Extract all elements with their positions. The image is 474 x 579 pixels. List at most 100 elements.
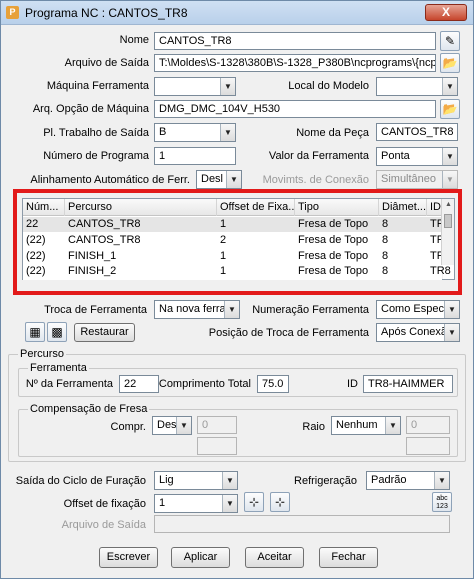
chevron-down-icon: ▼ bbox=[220, 124, 235, 141]
workplane-edit-icon[interactable]: ⊹ bbox=[270, 492, 290, 512]
arq-opcao-maquina-input[interactable]: DMG_DMC_104V_H530 bbox=[154, 100, 436, 118]
table-row[interactable]: (22) FINISH_1 1 Fresa de Topo 8 TR8 bbox=[23, 249, 451, 264]
column-header[interactable]: Tipo bbox=[295, 199, 379, 216]
fechar-button[interactable]: Fechar bbox=[319, 547, 378, 568]
valor-ferramenta-select[interactable]: Ponta ▼ bbox=[376, 147, 458, 166]
table-cell: Fresa de Topo bbox=[298, 265, 369, 277]
alinhamento-value: Desl bbox=[201, 173, 224, 185]
table-cell: 2 bbox=[220, 234, 227, 246]
table-row[interactable]: (22) CANTOS_TR8 2 Fresa de Topo 8 TR8 bbox=[23, 233, 451, 248]
escrever-button[interactable]: Escrever bbox=[99, 547, 158, 568]
chevron-down-icon: ▼ bbox=[385, 417, 400, 434]
workplane-icon[interactable]: ⊹ bbox=[244, 492, 264, 512]
arq-opcao-maquina-label: Arq. Opção de Máquina bbox=[32, 103, 149, 115]
table-cell: 1 bbox=[220, 250, 227, 262]
abc-123-icon[interactable]: abc 123 bbox=[432, 492, 452, 512]
aceitar-button[interactable]: Aceitar bbox=[245, 547, 304, 568]
comprimento-total-label: Comprimento Total bbox=[158, 378, 251, 390]
chevron-down-icon: ▼ bbox=[442, 78, 457, 95]
aplicar-button[interactable]: Aplicar bbox=[171, 547, 230, 568]
rename-icon[interactable]: ✎ bbox=[440, 31, 460, 51]
compr-select[interactable]: Desl ▼ bbox=[152, 416, 192, 435]
compr-secondary-input[interactable] bbox=[197, 437, 237, 455]
numero-programa-input[interactable]: 1 bbox=[154, 147, 236, 165]
numero-programa-label: Número de Programa bbox=[43, 150, 149, 162]
local-modelo-label: Local do Modelo bbox=[288, 80, 369, 92]
compr-number-input[interactable]: 0 bbox=[197, 416, 237, 434]
raio-secondary-input[interactable] bbox=[406, 437, 450, 455]
title-bar[interactable]: P Programa NC : CANTOS_TR8 X bbox=[1, 1, 473, 25]
nome-input[interactable]: CANTOS_TR8 bbox=[154, 32, 436, 50]
column-header[interactable]: Núm... bbox=[23, 199, 65, 216]
local-modelo-select[interactable]: ▼ bbox=[376, 77, 458, 96]
column-header[interactable]: Diâmet... bbox=[379, 199, 427, 216]
refrigeracao-label: Refrigeração bbox=[294, 475, 357, 487]
chevron-down-icon: ▼ bbox=[434, 472, 449, 489]
ciclo-furacao-value: Lig bbox=[159, 474, 174, 486]
id-label: ID bbox=[347, 378, 358, 390]
arquivo-saida-secondary-input[interactable] bbox=[154, 515, 450, 533]
n-ferramenta-input[interactable]: 22 bbox=[119, 375, 159, 393]
table-cell: 22 bbox=[26, 218, 39, 230]
nome-peca-input[interactable]: CANTOS_TR8 bbox=[376, 123, 458, 141]
raio-select[interactable]: Nenhum ▼ bbox=[331, 416, 401, 435]
chevron-down-icon: ▼ bbox=[442, 171, 457, 188]
arquivo-saida-input[interactable]: T:\Moldes\S-1328\380B\S-1328_P380B\ncpro… bbox=[154, 54, 436, 72]
table-cell: Fresa de Topo bbox=[298, 234, 369, 246]
tool-edit-icon[interactable]: ▩ bbox=[47, 322, 67, 342]
table-row[interactable]: (22) FINISH_2 1 Fresa de Topo 8 TR8 bbox=[23, 265, 451, 280]
table-cell: (22) bbox=[26, 234, 46, 246]
maquina-ferramenta-label: Máquina Ferramenta bbox=[46, 80, 149, 92]
valor-ferramenta-value: Ponta bbox=[381, 150, 410, 162]
maquina-ferramenta-select[interactable]: ▼ bbox=[154, 77, 236, 96]
posicao-troca-value: Após Conexão bbox=[381, 326, 454, 338]
arquivo-saida-label: Arquivo de Saída bbox=[64, 57, 149, 69]
raio-number-input[interactable]: 0 bbox=[406, 416, 450, 434]
id-input[interactable]: TR8-HAIMMER bbox=[363, 375, 453, 393]
comprimento-total-input[interactable]: 75.0 bbox=[257, 375, 289, 393]
n-ferramenta-label: Nº da Ferramenta bbox=[25, 378, 113, 390]
chevron-down-icon: ▼ bbox=[442, 148, 457, 165]
alinhamento-select[interactable]: Desl ▼ bbox=[196, 170, 242, 189]
folder-open-icon[interactable]: 📂 bbox=[440, 99, 460, 119]
close-button[interactable]: X bbox=[425, 4, 467, 21]
chevron-down-icon: ▼ bbox=[222, 472, 237, 489]
table-cell: TR8 bbox=[430, 265, 451, 277]
numeracao-ferramenta-label: Numeração Ferramenta bbox=[252, 304, 369, 316]
chevron-down-icon: ▼ bbox=[444, 301, 459, 318]
nome-peca-label: Nome da Peça bbox=[296, 127, 369, 139]
raio-value: Nenhum bbox=[336, 419, 378, 431]
pl-trabalho-select[interactable]: B ▼ bbox=[154, 123, 236, 142]
movimentos-conexao-label: Movimts. de Conexão bbox=[262, 174, 369, 186]
movimentos-conexao-select[interactable]: Simultâneo ▼ bbox=[376, 170, 458, 189]
table-cell: 1 bbox=[220, 265, 227, 277]
restaurar-button[interactable]: Restaurar bbox=[74, 323, 135, 342]
column-header[interactable]: Offset de Fixa... bbox=[217, 199, 295, 216]
chevron-down-icon: ▼ bbox=[444, 324, 459, 341]
offset-fixacao-label: Offset de fixação bbox=[63, 498, 146, 510]
app-logo-icon: P bbox=[6, 6, 19, 19]
column-header[interactable]: Percurso bbox=[65, 199, 217, 216]
nome-label: Nome bbox=[119, 34, 149, 46]
troca-ferramenta-select[interactable]: Na nova ferram ▼ bbox=[154, 300, 240, 319]
arquivo-saida-secondary-label: Arquivo de Saída bbox=[61, 519, 146, 531]
vertical-scrollbar[interactable]: ▲ bbox=[441, 199, 454, 265]
table-row[interactable]: 22 CANTOS_TR8 1 Fresa de Topo 8 TR8 bbox=[23, 217, 451, 232]
chevron-down-icon: ▼ bbox=[176, 417, 191, 434]
compensacao-group-title: Compensação de Fresa bbox=[28, 403, 150, 415]
posicao-troca-select[interactable]: Após Conexão ▼ bbox=[376, 323, 460, 342]
numeracao-ferramenta-select[interactable]: Como Especific ▼ bbox=[376, 300, 460, 319]
table-cell: FINISH_2 bbox=[68, 265, 117, 277]
refrigeracao-select[interactable]: Padrão ▼ bbox=[366, 471, 450, 490]
scroll-up-icon[interactable]: ▲ bbox=[445, 201, 452, 208]
chevron-down-icon: ▼ bbox=[226, 171, 241, 188]
scroll-thumb[interactable] bbox=[444, 214, 452, 228]
tool-list-icon[interactable]: ▦ bbox=[25, 322, 45, 342]
folder-open-icon[interactable]: 📂 bbox=[440, 53, 460, 73]
ciclo-furacao-select[interactable]: Lig ▼ bbox=[154, 471, 238, 490]
offset-fixacao-value: 1 bbox=[159, 497, 166, 509]
raio-label: Raio bbox=[302, 421, 325, 433]
chevron-down-icon: ▼ bbox=[220, 78, 235, 95]
offset-fixacao-select[interactable]: 1 ▼ bbox=[154, 494, 238, 513]
table-cell: 1 bbox=[220, 218, 227, 230]
